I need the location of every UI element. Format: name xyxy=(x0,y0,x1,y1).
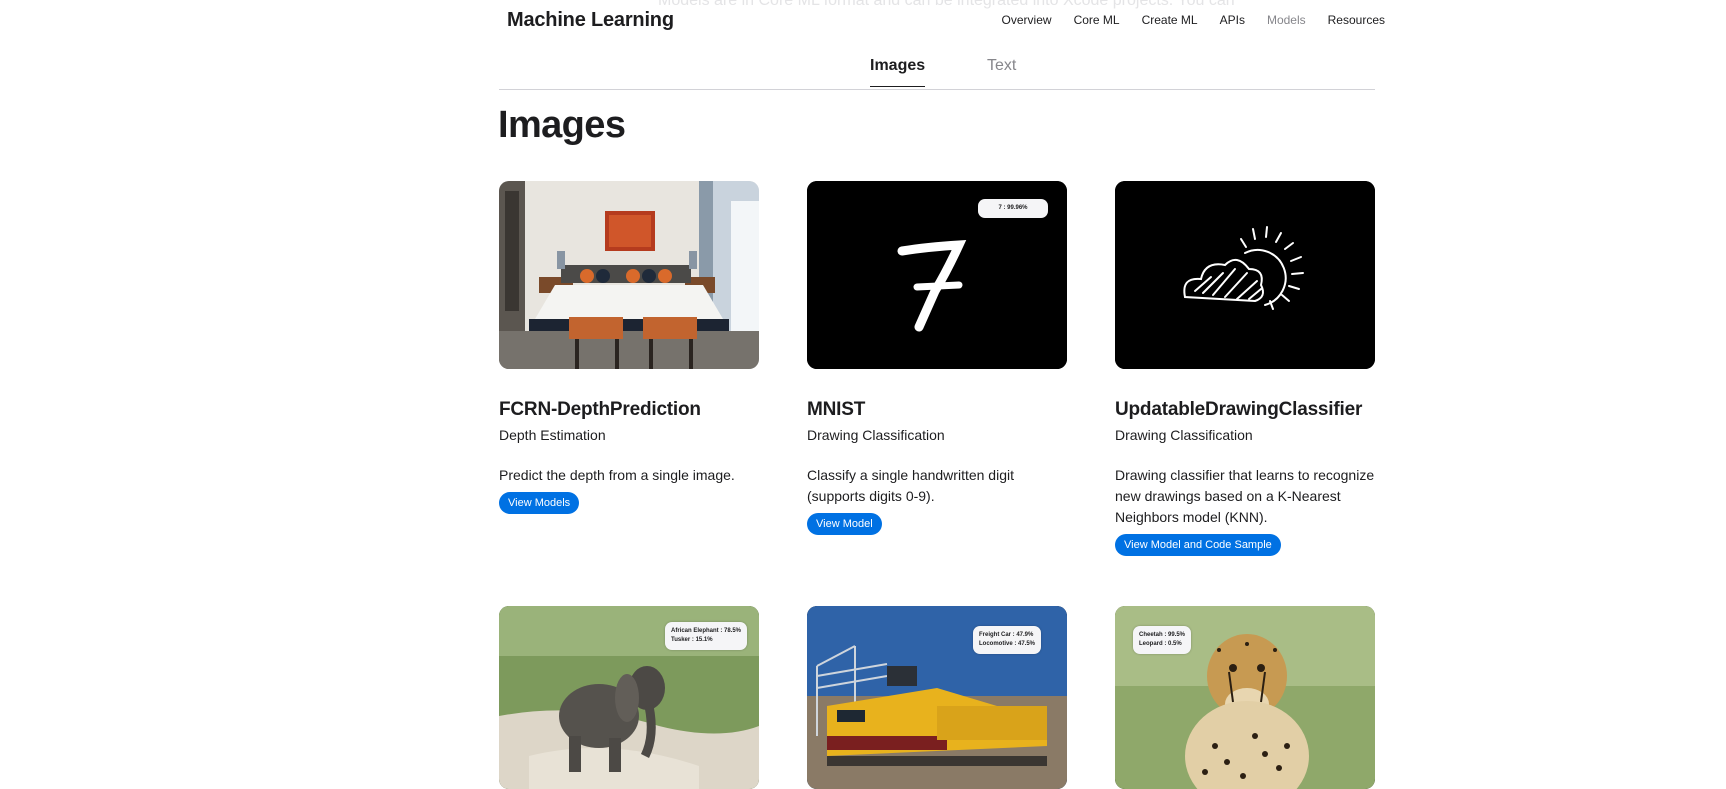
handwritten-seven[interactable]: 7 : 99.96% xyxy=(807,181,1067,369)
prediction-line: Leopard : 0.5% xyxy=(1139,641,1182,647)
card-subtitle: Drawing Classification xyxy=(1115,427,1253,443)
elephant-photo[interactable]: African Elephant : 78.5% Tusker : 15.1% xyxy=(499,606,759,789)
top-navigation-bar: Machine Learning Overview Core ML Create… xyxy=(0,0,1726,44)
view-models-button[interactable]: View Models xyxy=(499,492,580,514)
prediction-label: 7 : 99.96% xyxy=(978,199,1048,218)
nav-apis[interactable]: APIs xyxy=(1220,13,1245,27)
nav-core-ml[interactable]: Core ML xyxy=(1074,13,1120,27)
nav-overview[interactable]: Overview xyxy=(1002,13,1052,27)
brand-title[interactable]: Machine Learning xyxy=(507,9,674,32)
category-tabs: Images Text xyxy=(499,45,1375,90)
model-card-elephant: African Elephant : 78.5% Tusker : 15.1% xyxy=(499,606,761,789)
tab-images[interactable]: Images xyxy=(870,57,926,87)
nav-create-ml[interactable]: Create ML xyxy=(1142,13,1198,27)
prediction-line: Tusker : 15.1% xyxy=(671,637,713,643)
prediction-line: Cheetah : 99.5% xyxy=(1139,632,1186,638)
prediction-line: Freight Car : 47.9% xyxy=(979,632,1034,638)
model-card-fcrn: FCRN-DepthPrediction Depth Estimation Pr… xyxy=(499,181,761,514)
cheetah-photo[interactable]: Cheetah : 99.5% Leopard : 0.5% xyxy=(1115,606,1375,789)
model-card-drawing-classifier: UpdatableDrawingClassifier Drawing Class… xyxy=(1115,181,1377,556)
section-title: Images xyxy=(498,104,626,146)
train-photo[interactable]: Freight Car : 47.9% Locomotive : 47.5% xyxy=(807,606,1067,789)
card-description: Predict the depth from a single image. xyxy=(499,467,735,483)
bedroom-photo[interactable] xyxy=(499,181,759,369)
card-subtitle: Drawing Classification xyxy=(807,427,945,443)
card-title: MNIST xyxy=(807,399,866,420)
card-title: UpdatableDrawingClassifier xyxy=(1115,399,1363,420)
prediction-label: Cheetah : 99.5% Leopard : 0.5% xyxy=(1133,626,1192,654)
prediction-line: African Elephant : 78.5% xyxy=(671,628,742,634)
view-model-code-sample-button[interactable]: View Model and Code Sample xyxy=(1115,534,1281,556)
sun-cloud-drawing[interactable] xyxy=(1115,181,1375,369)
main-nav: Overview Core ML Create ML APIs Models R… xyxy=(1002,13,1385,27)
card-description: Drawing classifier that learns to recogn… xyxy=(1115,467,1375,525)
nav-resources[interactable]: Resources xyxy=(1328,13,1385,27)
tab-text[interactable]: Text xyxy=(987,57,1016,86)
card-subtitle: Depth Estimation xyxy=(499,427,606,443)
card-title: FCRN-DepthPrediction xyxy=(499,399,701,420)
card-description: Classify a single handwritten digit (sup… xyxy=(807,467,1014,504)
view-model-button[interactable]: View Model xyxy=(807,513,882,535)
prediction-label: African Elephant : 78.5% Tusker : 15.1% xyxy=(665,622,748,650)
model-card-cheetah: Cheetah : 99.5% Leopard : 0.5% xyxy=(1115,606,1377,789)
prediction-line: Locomotive : 47.5% xyxy=(979,641,1036,647)
model-card-train: Freight Car : 47.9% Locomotive : 47.5% xyxy=(807,606,1069,789)
nav-models[interactable]: Models xyxy=(1267,13,1306,27)
model-card-mnist: 7 : 99.96% MNIST Drawing Classification … xyxy=(807,181,1069,535)
prediction-label: Freight Car : 47.9% Locomotive : 47.5% xyxy=(973,626,1042,654)
